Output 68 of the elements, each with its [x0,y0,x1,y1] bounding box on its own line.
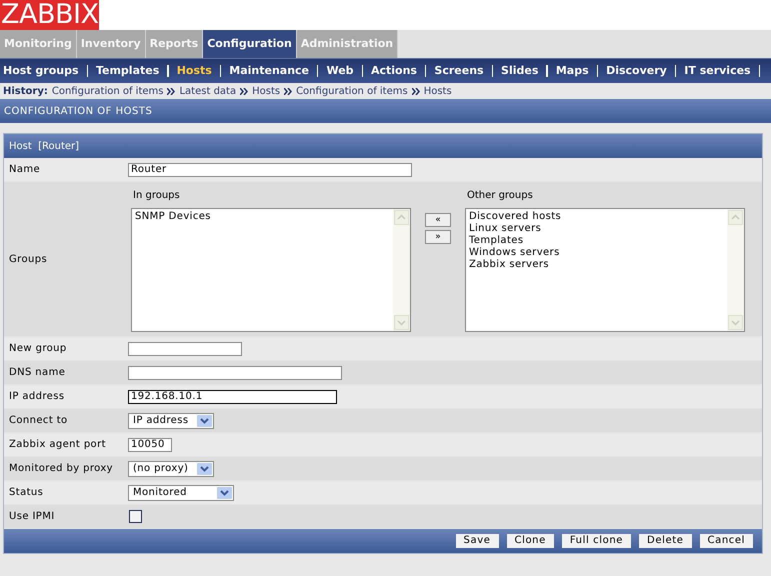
submenu-link[interactable]: Templates [96,62,160,80]
form-title: Host [Router] [9,140,80,154]
submenu-link[interactable]: Hosts [176,62,212,80]
field-label: IP address [8,390,66,404]
dropdown[interactable]: (no proxy) [128,460,214,476]
text-field[interactable] [128,366,342,380]
field-label: Zabbix agent port [8,438,107,452]
submenu-link[interactable]: Host groups [3,62,79,80]
dropdown[interactable]: Monitored [128,484,234,500]
group-listbox[interactable]: Discovered hosts Linux servers Templates Windows servers Zabbix servers [465,208,745,332]
text-field[interactable]: 192.168.10.1 [128,390,337,404]
group-listbox[interactable]: SNMP Devices [131,208,411,332]
double-chevron-icon [167,88,176,94]
scroll-up-icon[interactable] [394,210,409,224]
field-label: Use IPMI [8,510,56,524]
list-option[interactable]: Templates [469,234,727,246]
history-link[interactable]: Latest data [179,84,236,98]
menu-tab[interactable]: Configuration [203,30,297,58]
move-button[interactable]: « [425,212,451,226]
list-option[interactable]: SNMP Devices [135,210,393,222]
list-label: In groups [132,188,181,202]
scroll-up-icon[interactable] [728,210,743,224]
move-button[interactable]: » [425,230,451,244]
form-button[interactable]: Delete [639,534,692,548]
history-link[interactable]: Hosts [252,84,280,98]
field-label: Groups [8,252,48,266]
history-label: History: [3,84,48,98]
logo: ZABBIX [0,0,100,30]
form-button[interactable]: Save [456,534,498,548]
dropdown[interactable]: IP address [128,412,214,428]
field-label: New group [8,342,68,356]
dropdown-arrow-icon [197,414,212,426]
submenu-link[interactable]: Discovery [606,62,667,80]
list-option[interactable]: Windows servers [469,246,727,258]
text-field[interactable] [128,342,242,356]
dropdown-arrow-icon [217,486,232,498]
checkbox[interactable] [129,510,142,523]
history-link[interactable]: Hosts [424,84,452,98]
form-button[interactable]: Cancel [700,534,753,548]
scroll-down-icon[interactable] [728,314,743,330]
list-label: Other groups [466,188,534,202]
submenu-link[interactable]: Screens [434,62,484,80]
text-field[interactable]: 10050 [128,438,172,452]
submenu-link[interactable]: Maps [556,62,589,80]
text-field[interactable]: Router [128,162,412,176]
scroll-down-icon[interactable] [394,314,409,330]
page-title: CONFIGURATION OF HOSTS [4,104,152,118]
submenu-link[interactable]: Web [326,62,354,80]
dropdown-arrow-icon [197,462,212,474]
field-label: Status [8,486,44,500]
history-link[interactable]: Configuration of items [52,84,164,98]
history-link[interactable]: Configuration of items [296,84,408,98]
list-option[interactable]: Discovered hosts [469,210,727,222]
field-label: Monitored by proxy [8,462,114,476]
field-label: Connect to [8,414,69,428]
double-chevron-icon [284,88,292,94]
field-label: Name [8,163,42,177]
submenu-link[interactable]: IT services [684,62,751,80]
list-option[interactable]: Zabbix servers [469,258,727,270]
submenu-link[interactable]: Maintenance [229,62,310,80]
double-chevron-icon [240,88,248,94]
submenu-link[interactable]: Actions [370,62,417,80]
form-button[interactable]: Clone [506,534,554,548]
list-option[interactable]: Linux servers [469,222,727,234]
submenu-link[interactable]: Slides [501,62,538,80]
double-chevron-icon [412,88,420,94]
form-button[interactable]: Full clone [562,534,632,548]
field-label: DNS name [8,366,66,380]
